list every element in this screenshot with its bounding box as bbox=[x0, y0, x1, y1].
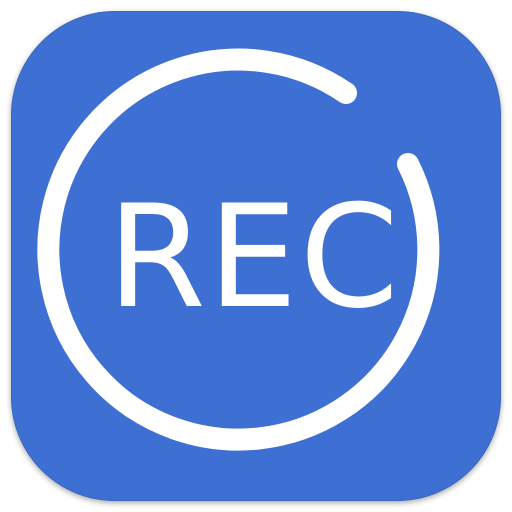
rec-label: REC bbox=[107, 175, 401, 340]
icon-canvas: REC bbox=[0, 0, 512, 512]
record-app-icon[interactable]: REC bbox=[11, 11, 501, 501]
